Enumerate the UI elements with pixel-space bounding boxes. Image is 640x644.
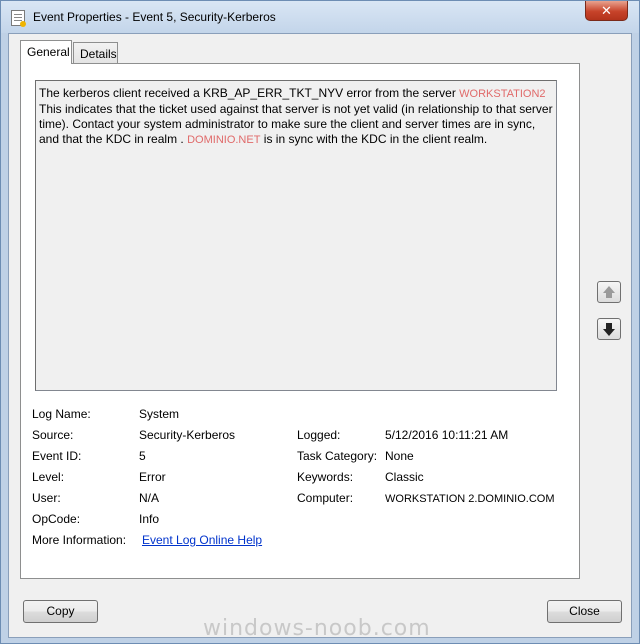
task-category-label: Task Category: [297,449,378,463]
event-id-value: 5 [139,449,146,463]
dialog-client-area: General Details The kerberos client rece… [8,33,632,638]
level-label: Level: [32,470,65,484]
description-text-3: is in sync with the KDC in the client re… [263,132,488,146]
server-name-redacted: WORKSTATION2 [459,88,546,100]
watermark: windows-noob.com [203,616,431,641]
general-tab-panel: The kerberos client received a KRB_AP_ER… [20,63,580,579]
next-event-button[interactable] [597,318,621,340]
tab-general-label: General [27,45,70,59]
level-value: Error [139,470,166,484]
computer-value: WORKSTATION 2.DOMINIO.COM [385,493,555,505]
event-description[interactable]: The kerberos client received a KRB_AP_ER… [35,80,557,391]
log-name-label: Log Name: [32,407,91,421]
title-bar[interactable]: Event Properties - Event 5, Security-Ker… [1,1,639,33]
user-label: User: [32,491,61,505]
arrow-down-icon [603,323,615,336]
opcode-label: OpCode: [32,512,81,526]
more-information-label: More Information: [32,533,127,547]
keywords-value: Classic [385,470,424,484]
window-title: Event Properties - Event 5, Security-Ker… [33,10,276,24]
keywords-label: Keywords: [297,470,354,484]
task-category-value: None [385,449,414,463]
tab-details-label: Details [80,47,117,61]
previous-event-button[interactable] [597,281,621,303]
event-properties-window: Event Properties - Event 5, Security-Ker… [0,0,640,644]
logged-value: 5/12/2016 10:11:21 AM [385,428,509,442]
event-viewer-icon [11,10,26,27]
description-text-1: The kerberos client received a KRB_AP_ER… [39,86,456,100]
computer-label: Computer: [297,491,354,505]
logged-label: Logged: [297,428,341,442]
tab-details[interactable]: Details [73,42,118,64]
tab-general[interactable]: General [20,40,72,64]
copy-button[interactable]: Copy [23,600,98,623]
close-button[interactable]: Close [547,600,622,623]
user-value: N/A [139,491,160,505]
close-icon[interactable]: ✕ [585,1,628,21]
realm-name-redacted: DOMINIO.NET [187,134,261,146]
event-id-label: Event ID: [32,449,82,463]
arrow-up-icon [603,286,615,298]
log-name-value: System [139,407,180,421]
source-value: Security-Kerberos [139,428,236,442]
source-label: Source: [32,428,74,442]
opcode-value: Info [139,512,160,526]
event-log-online-help-link[interactable]: Event Log Online Help [142,533,262,547]
